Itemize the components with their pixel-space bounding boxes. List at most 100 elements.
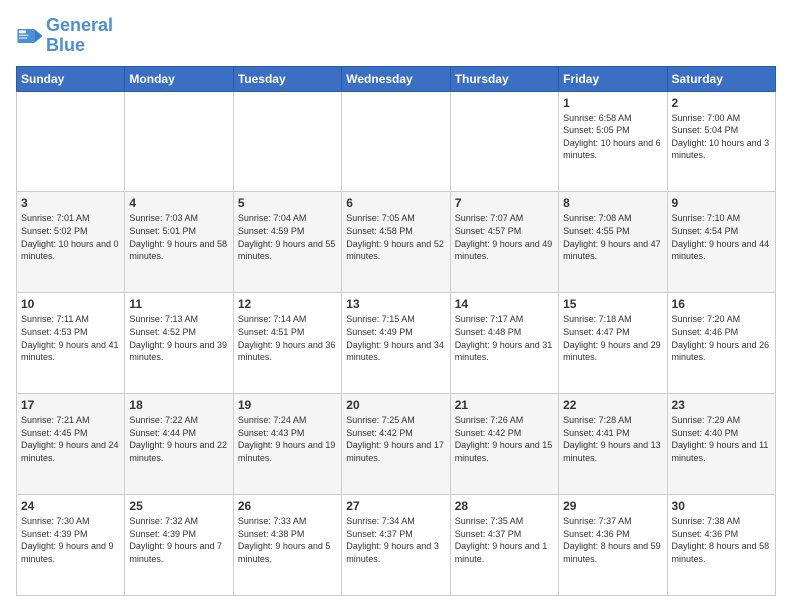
day-number: 24 <box>21 499 120 513</box>
calendar-cell: 22 Sunrise: 7:28 AM Sunset: 4:41 PM Dayli… <box>559 394 667 495</box>
day-info: Sunrise: 7:38 AM Sunset: 4:36 PM Dayligh… <box>672 515 771 565</box>
col-header-monday: Monday <box>125 66 233 91</box>
col-header-friday: Friday <box>559 66 667 91</box>
day-number: 29 <box>563 499 662 513</box>
calendar-week-3: 10 Sunrise: 7:11 AM Sunset: 4:53 PM Dayli… <box>17 293 776 394</box>
col-header-tuesday: Tuesday <box>233 66 341 91</box>
day-info: Sunrise: 7:32 AM Sunset: 4:39 PM Dayligh… <box>129 515 228 565</box>
day-info: Sunrise: 7:22 AM Sunset: 4:44 PM Dayligh… <box>129 414 228 464</box>
col-header-thursday: Thursday <box>450 66 558 91</box>
calendar-cell: 14Sunrise: 7:17 AM Sunset: 4:48 PM Dayli… <box>450 293 558 394</box>
day-info: Sunrise: 7:05 AM Sunset: 4:58 PM Dayligh… <box>346 212 445 262</box>
day-number: 22 <box>563 398 662 412</box>
calendar-cell: 20 Sunrise: 7:25 AM Sunset: 4:42 PM Dayli… <box>342 394 450 495</box>
day-number: 12 <box>238 297 337 311</box>
calendar-cell: 13Sunrise: 7:15 AM Sunset: 4:49 PM Dayli… <box>342 293 450 394</box>
calendar-cell: 11 Sunrise: 7:13 AM Sunset: 4:52 PM Dayli… <box>125 293 233 394</box>
day-info: Sunrise: 7:24 AM Sunset: 4:43 PM Dayligh… <box>238 414 337 464</box>
calendar-header: SundayMondayTuesdayWednesdayThursdayFrid… <box>17 66 776 91</box>
calendar-week-2: 3Sunrise: 7:01 AM Sunset: 5:02 PM Daylig… <box>17 192 776 293</box>
day-info: Sunrise: 7:00 AM Sunset: 5:04 PM Dayligh… <box>672 112 771 162</box>
day-number: 16 <box>672 297 771 311</box>
day-info: Sunrise: 7:14 AM Sunset: 4:51 PM Dayligh… <box>238 313 337 363</box>
day-info: Sunrise: 7:04 AM Sunset: 4:59 PM Dayligh… <box>238 212 337 262</box>
day-number: 25 <box>129 499 228 513</box>
calendar-week-5: 24Sunrise: 7:30 AM Sunset: 4:39 PM Dayli… <box>17 495 776 596</box>
day-info: Sunrise: 7:37 AM Sunset: 4:36 PM Dayligh… <box>563 515 662 565</box>
day-number: 9 <box>672 196 771 210</box>
calendar-cell: 16 Sunrise: 7:20 AM Sunset: 4:46 PM Dayli… <box>667 293 775 394</box>
calendar-cell: 10 Sunrise: 7:11 AM Sunset: 4:53 PM Dayli… <box>17 293 125 394</box>
day-number: 11 <box>129 297 228 311</box>
calendar-cell: 18 Sunrise: 7:22 AM Sunset: 4:44 PM Dayli… <box>125 394 233 495</box>
calendar-cell: 17 Sunrise: 7:21 AM Sunset: 4:45 PM Dayli… <box>17 394 125 495</box>
day-info: Sunrise: 7:13 AM Sunset: 4:52 PM Dayligh… <box>129 313 228 363</box>
day-info: Sunrise: 7:20 AM Sunset: 4:46 PM Dayligh… <box>672 313 771 363</box>
calendar-cell: 6Sunrise: 7:05 AM Sunset: 4:58 PM Daylig… <box>342 192 450 293</box>
day-info: Sunrise: 7:28 AM Sunset: 4:41 PM Dayligh… <box>563 414 662 464</box>
day-number: 21 <box>455 398 554 412</box>
calendar-week-4: 17 Sunrise: 7:21 AM Sunset: 4:45 PM Dayli… <box>17 394 776 495</box>
calendar-cell <box>125 91 233 192</box>
day-number: 4 <box>129 196 228 210</box>
day-info: Sunrise: 7:11 AM Sunset: 4:53 PM Dayligh… <box>21 313 120 363</box>
calendar-cell: 23 Sunrise: 7:29 AM Sunset: 4:40 PM Dayli… <box>667 394 775 495</box>
calendar-cell: 9 Sunrise: 7:10 AM Sunset: 4:54 PM Daylig… <box>667 192 775 293</box>
day-number: 3 <box>21 196 120 210</box>
day-info: Sunrise: 7:10 AM Sunset: 4:54 PM Dayligh… <box>672 212 771 262</box>
calendar-cell <box>17 91 125 192</box>
calendar-cell: 5 Sunrise: 7:04 AM Sunset: 4:59 PM Daylig… <box>233 192 341 293</box>
day-number: 26 <box>238 499 337 513</box>
calendar-cell <box>450 91 558 192</box>
day-number: 23 <box>672 398 771 412</box>
calendar-cell: 3Sunrise: 7:01 AM Sunset: 5:02 PM Daylig… <box>17 192 125 293</box>
day-info: Sunrise: 7:21 AM Sunset: 4:45 PM Dayligh… <box>21 414 120 464</box>
day-number: 7 <box>455 196 554 210</box>
calendar-cell: 27 Sunrise: 7:34 AM Sunset: 4:37 PM Dayli… <box>342 495 450 596</box>
day-number: 2 <box>672 96 771 110</box>
day-number: 30 <box>672 499 771 513</box>
calendar-cell: 15Sunrise: 7:18 AM Sunset: 4:47 PM Dayli… <box>559 293 667 394</box>
col-header-wednesday: Wednesday <box>342 66 450 91</box>
day-info: Sunrise: 7:26 AM Sunset: 4:42 PM Dayligh… <box>455 414 554 464</box>
day-number: 5 <box>238 196 337 210</box>
day-number: 28 <box>455 499 554 513</box>
day-number: 17 <box>21 398 120 412</box>
day-info: Sunrise: 7:07 AM Sunset: 4:57 PM Dayligh… <box>455 212 554 262</box>
day-info: Sunrise: 7:35 AM Sunset: 4:37 PM Dayligh… <box>455 515 554 565</box>
day-info: Sunrise: 7:34 AM Sunset: 4:37 PM Dayligh… <box>346 515 445 565</box>
day-number: 13 <box>346 297 445 311</box>
calendar-cell: 30 Sunrise: 7:38 AM Sunset: 4:36 PM Dayli… <box>667 495 775 596</box>
day-number: 20 <box>346 398 445 412</box>
calendar-cell: 1 Sunrise: 6:58 AM Sunset: 5:05 PM Daylig… <box>559 91 667 192</box>
logo-icon <box>16 22 44 50</box>
calendar-cell: 7 Sunrise: 7:07 AM Sunset: 4:57 PM Daylig… <box>450 192 558 293</box>
calendar-cell: 2 Sunrise: 7:00 AM Sunset: 5:04 PM Daylig… <box>667 91 775 192</box>
calendar-cell: 4Sunrise: 7:03 AM Sunset: 5:01 PM Daylig… <box>125 192 233 293</box>
calendar-cell: 26Sunrise: 7:33 AM Sunset: 4:38 PM Dayli… <box>233 495 341 596</box>
calendar-cell: 21 Sunrise: 7:26 AM Sunset: 4:42 PM Dayli… <box>450 394 558 495</box>
day-number: 10 <box>21 297 120 311</box>
day-number: 18 <box>129 398 228 412</box>
logo-text: General Blue <box>46 16 113 56</box>
calendar-cell: 24Sunrise: 7:30 AM Sunset: 4:39 PM Dayli… <box>17 495 125 596</box>
calendar-cell: 8 Sunrise: 7:08 AM Sunset: 4:55 PM Daylig… <box>559 192 667 293</box>
day-info: Sunrise: 7:17 AM Sunset: 4:48 PM Dayligh… <box>455 313 554 363</box>
logo: General Blue <box>16 16 113 56</box>
day-info: Sunrise: 7:08 AM Sunset: 4:55 PM Dayligh… <box>563 212 662 262</box>
day-number: 15 <box>563 297 662 311</box>
calendar-cell <box>233 91 341 192</box>
calendar-week-1: 1 Sunrise: 6:58 AM Sunset: 5:05 PM Daylig… <box>17 91 776 192</box>
day-info: Sunrise: 7:29 AM Sunset: 4:40 PM Dayligh… <box>672 414 771 464</box>
day-number: 8 <box>563 196 662 210</box>
day-number: 1 <box>563 96 662 110</box>
calendar-cell: 29 Sunrise: 7:37 AM Sunset: 4:36 PM Dayli… <box>559 495 667 596</box>
day-info: Sunrise: 7:25 AM Sunset: 4:42 PM Dayligh… <box>346 414 445 464</box>
day-number: 27 <box>346 499 445 513</box>
header: General Blue <box>16 16 776 56</box>
calendar-table: SundayMondayTuesdayWednesdayThursdayFrid… <box>16 66 776 596</box>
calendar-cell <box>342 91 450 192</box>
day-info: Sunrise: 6:58 AM Sunset: 5:05 PM Dayligh… <box>563 112 662 162</box>
day-number: 19 <box>238 398 337 412</box>
calendar-cell: 25 Sunrise: 7:32 AM Sunset: 4:39 PM Dayli… <box>125 495 233 596</box>
